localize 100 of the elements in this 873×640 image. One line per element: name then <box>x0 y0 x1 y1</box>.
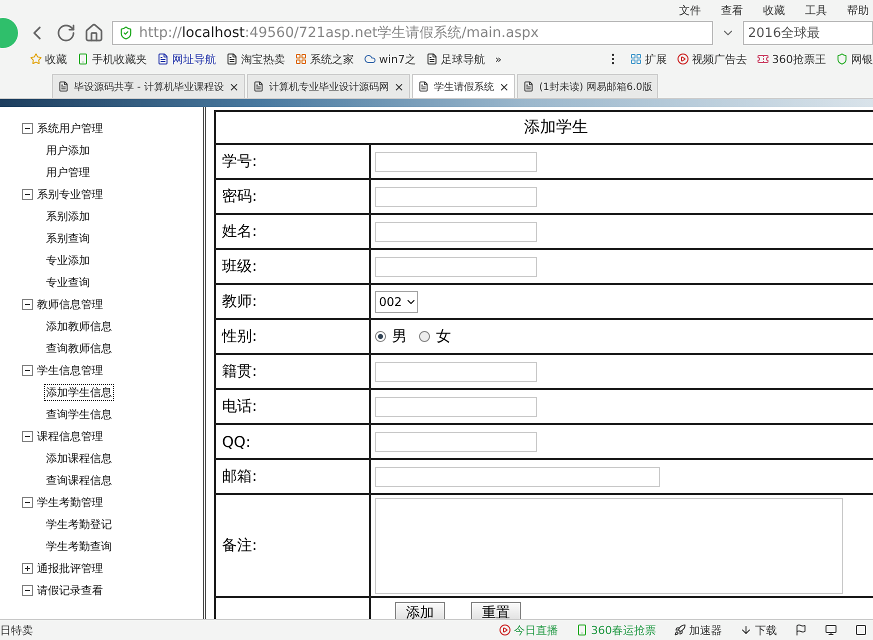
refresh-icon[interactable] <box>56 23 76 43</box>
menu-item[interactable]: 帮助 <box>847 2 869 18</box>
search-field[interactable]: 2016全球最 <box>743 21 873 45</box>
status-item[interactable]: 下载 <box>740 622 777 638</box>
phone-icon <box>77 53 89 65</box>
tree-group[interactable]: 教师信息管理 <box>37 296 103 312</box>
tree-group[interactable]: 学生信息管理 <box>37 362 103 378</box>
input-field[interactable] <box>375 186 537 206</box>
bookmark-link[interactable]: 网址导航 <box>157 52 216 66</box>
tree-group[interactable]: 课程信息管理 <box>37 428 103 444</box>
input-field[interactable] <box>375 432 537 452</box>
page-icon <box>58 81 69 92</box>
bookmark-link[interactable]: 足球导航 <box>426 52 486 66</box>
more-bookmarks[interactable]: » <box>495 52 502 66</box>
menu-item[interactable]: 工具 <box>805 2 827 18</box>
tree-item[interactable]: 查询教师信息 <box>44 340 114 356</box>
tree-group[interactable]: 请假记录查看 <box>37 582 103 598</box>
input-field[interactable] <box>375 362 537 382</box>
bookmark-link[interactable]: 扩展 <box>630 52 667 66</box>
bookmark-link[interactable]: 360抢票王 <box>757 52 826 66</box>
field-label: 籍贯: <box>222 362 258 381</box>
shield-icon <box>836 53 848 65</box>
tree-group[interactable]: 学生考勤管理 <box>37 494 103 510</box>
close-icon[interactable]: × <box>228 80 240 94</box>
tree-group[interactable]: 系别专业管理 <box>37 186 103 202</box>
browser-tab[interactable]: 毕设源码共享 - 计算机毕业课程设 × <box>52 74 246 98</box>
collapse-icon[interactable] <box>22 188 33 200</box>
field-label: 邮箱: <box>222 467 258 486</box>
page-icon <box>226 53 238 65</box>
play-icon <box>499 624 511 636</box>
reset-button[interactable]: 重置 <box>471 602 521 619</box>
windows-icon <box>295 53 307 65</box>
rocket-icon <box>674 624 686 636</box>
tree-item[interactable]: 系别查询 <box>44 230 92 246</box>
tree-group[interactable]: 通报批评管理 <box>37 560 103 576</box>
tree-item[interactable]: 学生考勤查询 <box>44 538 114 554</box>
bookmark-link[interactable]: 网银 <box>836 52 873 66</box>
tree-item[interactable]: 用户管理 <box>44 164 92 180</box>
bookmark-link[interactable]: win7之 <box>364 52 416 66</box>
close-icon[interactable]: × <box>394 80 404 94</box>
menu-item[interactable]: 文件 <box>679 2 701 18</box>
tree-item[interactable]: 学生考勤登记 <box>44 516 114 532</box>
tree-item[interactable]: 添加课程信息 <box>44 450 114 466</box>
input-field[interactable] <box>375 152 537 172</box>
monitor-icon[interactable] <box>825 624 837 636</box>
status-item[interactable]: 加速器 <box>674 622 722 638</box>
tree-item[interactable]: 查询学生信息 <box>44 406 114 422</box>
input-field[interactable] <box>375 466 660 486</box>
field-label: 班级: <box>222 257 258 276</box>
form-title: 添加学生 <box>216 112 873 145</box>
url-text: http://localhost:49560/721asp.net学生请假系统/main.aspx <box>139 24 539 42</box>
collapse-icon[interactable] <box>22 584 33 596</box>
tree-item[interactable]: 查询课程信息 <box>44 472 114 488</box>
collapse-icon[interactable] <box>22 430 33 442</box>
tree-item[interactable]: 添加教师信息 <box>44 318 114 334</box>
field-label: 教师: <box>222 292 258 311</box>
teacher-select[interactable]: 002 <box>375 290 418 312</box>
ticket-icon <box>757 53 769 65</box>
page-icon <box>253 81 264 92</box>
menu-item[interactable]: 收藏 <box>763 2 785 18</box>
field-label: QQ: <box>222 432 251 450</box>
input-field[interactable] <box>375 396 537 416</box>
tree-item[interactable]: 专业查询 <box>44 274 92 290</box>
tree-item[interactable]: 用户添加 <box>44 142 92 158</box>
tree-item[interactable]: 系别添加 <box>44 208 92 224</box>
expand-icon[interactable] <box>22 562 33 574</box>
tree-group[interactable]: 系统用户管理 <box>37 120 103 136</box>
input-field[interactable] <box>375 222 537 242</box>
menu-item[interactable]: 查看 <box>721 2 743 18</box>
tree-item[interactable]: 专业添加 <box>44 252 92 268</box>
add-button[interactable]: 添加 <box>395 602 445 619</box>
address-field[interactable]: http://localhost:49560/721asp.net学生请假系统/main.aspx <box>112 21 713 45</box>
bookmark-link[interactable]: 系统之家 <box>295 52 354 66</box>
field-label: 电话: <box>222 397 258 416</box>
collapse-icon[interactable] <box>22 364 33 376</box>
collapse-icon[interactable] <box>22 298 33 310</box>
download-icon <box>740 624 752 636</box>
collapse-icon[interactable] <box>22 122 33 134</box>
input-field[interactable] <box>375 256 537 276</box>
radio-button[interactable] <box>419 331 430 342</box>
field-label: 密码: <box>222 187 258 206</box>
collapse-icon[interactable] <box>22 496 33 508</box>
browser-tab[interactable]: 计算机专业毕业设计源码网 × <box>247 74 410 98</box>
browser-tab[interactable]: (1封未读) 网易邮箱6.0版 <box>517 74 658 98</box>
phone-icon <box>576 624 588 636</box>
field-label: 性别: <box>222 327 258 346</box>
bookmark-link[interactable]: 淘宝热卖 <box>226 52 285 66</box>
home-icon[interactable] <box>84 23 104 43</box>
window-icon[interactable] <box>855 624 867 636</box>
star-icon <box>30 53 42 65</box>
bookmark-link[interactable]: 手机收藏夹 <box>77 52 147 66</box>
bookmark-link[interactable]: 视频广告去 <box>677 52 747 66</box>
close-icon[interactable]: × <box>499 80 510 94</box>
status-text: 日特卖 <box>0 622 33 638</box>
bookmark-link[interactable]: 收藏 <box>30 52 67 66</box>
flag-icon[interactable] <box>795 624 807 636</box>
play-icon <box>677 53 689 65</box>
browser-tab[interactable]: 学生请假系统 × <box>412 74 516 98</box>
radio-button[interactable] <box>375 331 386 342</box>
tree-item[interactable]: 添加学生信息 <box>44 384 114 400</box>
